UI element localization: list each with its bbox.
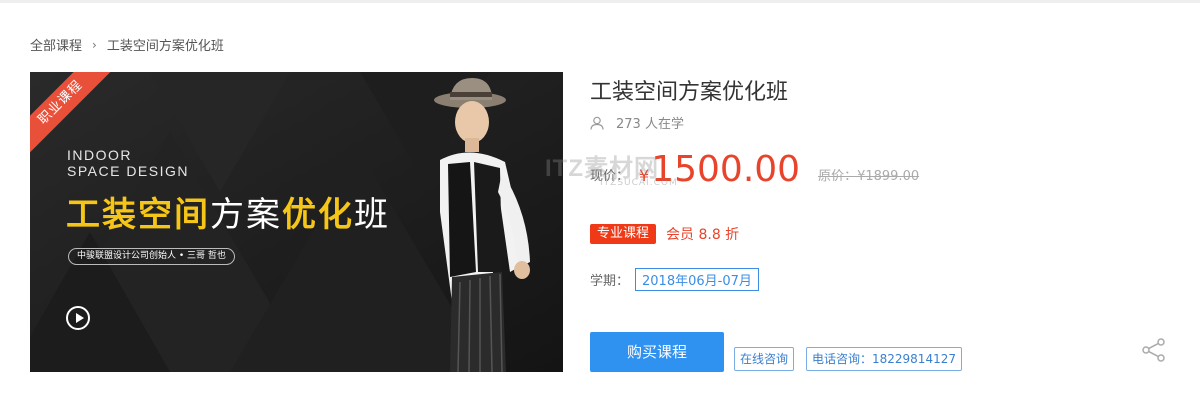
term-row: 学期： 2018年06月-07月 <box>590 268 759 291</box>
banner-english-line-2: SPACE DESIGN <box>67 163 189 179</box>
member-discount: 会员 8.8 折 <box>666 227 740 243</box>
watermark-sub: ITZSUCAI.COM <box>600 178 678 188</box>
breadcrumb: 全部课程 › 工装空间方案优化班 <box>30 35 224 55</box>
user-icon <box>590 116 604 130</box>
learner-count: 273 人在学 <box>590 113 684 132</box>
top-divider <box>0 0 1200 3</box>
tag-row: 专业课程 会员 8.8 折 <box>590 224 739 244</box>
banner-title-part3: 优化 <box>282 195 354 235</box>
category-ribbon: 职业课程 <box>30 72 117 159</box>
banner-instructor-tag: 中骏联盟设计公司创始人 • 三哥 哲也 <box>68 248 235 265</box>
breadcrumb-all-courses[interactable]: 全部课程 <box>30 35 82 54</box>
banner-title: 工装空间方案优化班 <box>66 187 390 236</box>
learner-count-text: 273 人在学 <box>616 117 684 132</box>
term-option[interactable]: 2018年06月-07月 <box>635 268 759 291</box>
term-label: 学期： <box>590 274 630 289</box>
online-consult-button[interactable]: 在线咨询 <box>734 347 795 371</box>
course-title: 工装空间方案优化班 <box>590 80 789 105</box>
instructor-photo <box>434 78 530 372</box>
course-banner[interactable]: 职业课程 INDOOR SPACE DESIGN 工装空间方案优化班 中骏联盟设… <box>30 72 563 372</box>
breadcrumb-separator: › <box>92 37 97 52</box>
buy-course-button[interactable]: 购买课程 <box>590 332 724 372</box>
share-icon[interactable] <box>1141 337 1167 363</box>
play-circle-icon[interactable] <box>66 306 90 330</box>
banner-title-part2: 方案 <box>210 195 282 235</box>
banner-title-part4: 班 <box>354 195 390 235</box>
banner-english-line-1: INDOOR <box>67 147 132 163</box>
original-price: 原价：¥1899.00 <box>818 169 920 184</box>
breadcrumb-current: 工装空间方案优化班 <box>106 39 224 54</box>
banner-title-part1: 工装空间 <box>66 195 210 235</box>
phone-consult-button[interactable]: 电话咨询：18229814127 <box>806 347 962 371</box>
pro-course-badge: 专业课程 <box>590 224 657 244</box>
